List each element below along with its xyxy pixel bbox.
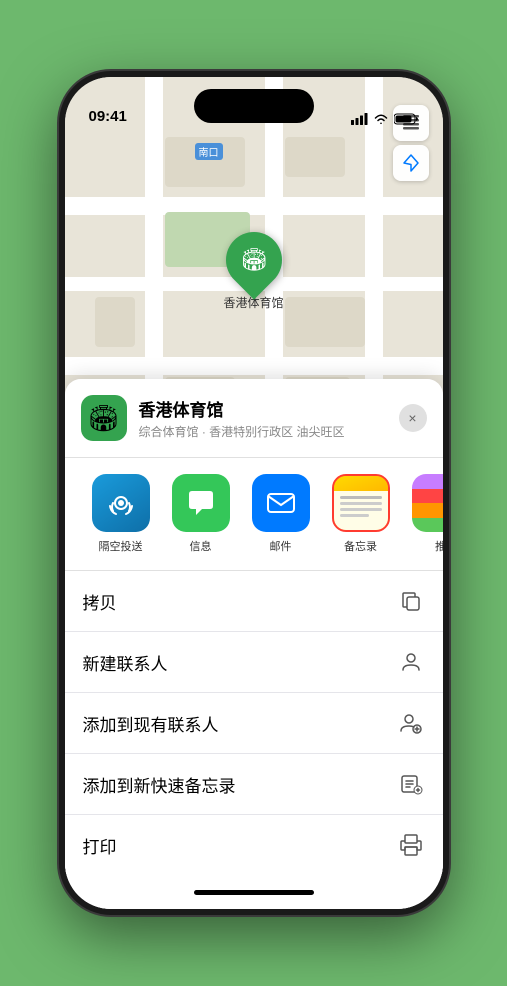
status-icons [351,113,419,125]
new-contact-icon [397,648,425,676]
app-item-mail[interactable]: 邮件 [241,474,321,554]
venue-stadium-icon: 🏟 [87,403,120,434]
action-copy-label: 拷贝 [83,589,117,614]
signal-icon [351,113,368,125]
action-copy[interactable]: 拷贝 [65,571,443,632]
print-icon [397,831,425,859]
action-print[interactable]: 打印 [65,815,443,875]
status-time: 09:41 [89,108,127,125]
airdrop-label: 隔空投送 [99,538,143,554]
messages-label: 信息 [190,538,212,554]
airdrop-svg [105,487,137,519]
map-label-nankou: 南口 [195,143,223,160]
venue-subtitle: 综合体育馆 · 香港特别行政区 油尖旺区 [139,423,387,440]
venue-card: 🏟 香港体育馆 综合体育馆 · 香港特别行政区 油尖旺区 × [65,379,443,458]
location-arrow-icon [402,154,420,172]
action-list: 拷贝 新建联系人 [65,571,443,875]
more-label: 推 [435,538,443,554]
bottom-sheet: 🏟 香港体育馆 综合体育馆 · 香港特别行政区 油尖旺区 × [65,379,443,909]
notes-icon [332,474,390,532]
dynamic-island [194,89,314,123]
phone-screen: 09:41 [65,77,443,909]
messages-icon [172,474,230,532]
airdrop-icon [92,474,150,532]
map-pin: 🏟 香港体育馆 [223,232,283,311]
home-indicator [65,875,443,909]
apps-row: 隔空投送 信息 [65,458,443,571]
copy-icon [397,587,425,615]
notes-label: 备忘录 [344,538,377,554]
messages-svg [184,486,218,520]
mail-svg [264,486,298,520]
more-icon [412,474,443,532]
wifi-icon [373,113,389,125]
app-item-more[interactable]: 推 [401,474,443,554]
app-item-notes[interactable]: 备忘录 [321,474,401,554]
close-button[interactable]: × [399,404,427,432]
venue-info: 香港体育馆 综合体育馆 · 香港特别行政区 油尖旺区 [139,396,387,440]
app-item-messages[interactable]: 信息 [161,474,241,554]
phone-frame: 09:41 [59,71,449,915]
mail-label: 邮件 [270,538,292,554]
action-quick-note-label: 添加到新快速备忘录 [83,772,236,797]
battery-icon [394,113,419,125]
action-add-existing-label: 添加到现有联系人 [83,711,219,736]
home-bar [194,890,314,895]
action-add-existing[interactable]: 添加到现有联系人 [65,693,443,754]
location-button[interactable] [393,145,429,181]
pin-stadium-icon: 🏟 [240,247,268,273]
pin-circle: 🏟 [214,220,293,299]
quick-note-icon [397,770,425,798]
venue-icon: 🏟 [81,395,127,441]
action-new-contact-label: 新建联系人 [83,650,168,675]
app-item-airdrop[interactable]: 隔空投送 [81,474,161,554]
venue-name: 香港体育馆 [139,396,387,421]
mail-icon [252,474,310,532]
action-quick-note[interactable]: 添加到新快速备忘录 [65,754,443,815]
action-print-label: 打印 [83,833,117,858]
add-contact-icon [397,709,425,737]
action-new-contact[interactable]: 新建联系人 [65,632,443,693]
